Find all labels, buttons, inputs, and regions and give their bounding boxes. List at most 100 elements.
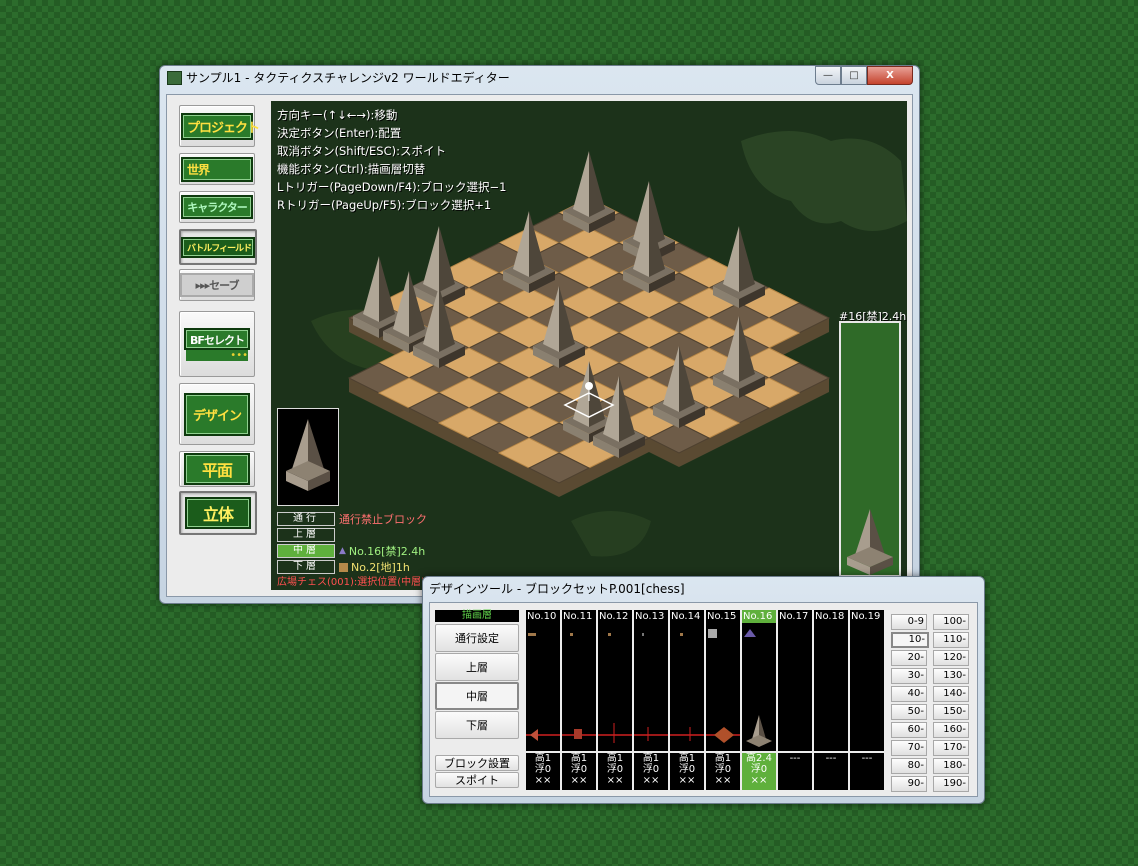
maximize-button[interactable]: □ <box>841 66 867 85</box>
battlefield-view[interactable]: 方向キー(↑↓←→):移動 決定ボタン(Enter):配置 取消ボタン(Shif… <box>271 101 907 590</box>
page-button[interactable]: 140- <box>933 686 969 702</box>
block-column-info: --- <box>814 753 848 790</box>
block-float: 浮0 <box>678 764 696 775</box>
block-column[interactable]: No.16 高2.4 浮0 ×× <box>742 610 776 790</box>
block-column[interactable]: No.11 高1 浮0 ×× <box>562 610 596 790</box>
main-client: プロジェクト 世界 キャラクター バトルフィールド ▸▸▸セーブ BFセレクト … <box>166 94 913 597</box>
page-button[interactable]: 170- <box>933 740 969 756</box>
page-button[interactable]: 20- <box>891 650 927 666</box>
block-column-preview[interactable] <box>598 623 632 751</box>
bf-select-button[interactable]: BFセレクト ••• <box>179 311 255 377</box>
block-column[interactable]: No.10 高1 浮0 ×× <box>526 610 560 790</box>
height-block-icon <box>847 509 893 575</box>
help-line: Lトリガー(PageDown/F4):ブロック選択−1 <box>277 180 507 194</box>
block-column-preview[interactable] <box>814 623 848 751</box>
block-column[interactable]: No.15 高1 浮0 ×× <box>706 610 740 790</box>
page-button[interactable]: 100- <box>933 614 969 630</box>
block-column-header: No.16 <box>742 610 776 623</box>
page-button[interactable]: 50- <box>891 704 927 720</box>
block-column-header: No.15 <box>706 610 740 623</box>
plane-button[interactable]: 平面 <box>179 451 255 487</box>
page-button[interactable]: 150- <box>933 704 969 720</box>
block-preview-icon <box>598 633 632 743</box>
save-button[interactable]: ▸▸▸セーブ <box>179 269 255 301</box>
solid-button[interactable]: 立体 <box>179 491 257 535</box>
block-column[interactable]: No.13 高1 浮0 ×× <box>634 610 668 790</box>
layer-upper-row[interactable]: 上層 <box>277 528 339 542</box>
block-column[interactable]: No.19 --- <box>850 610 884 790</box>
layer-pass-value: 通行禁止ブロック <box>339 513 427 526</box>
page-button[interactable]: 130- <box>933 668 969 684</box>
block-column-info: 高1 浮0 ×× <box>706 753 740 790</box>
close-button[interactable]: X <box>867 66 913 85</box>
block-flags: ×× <box>642 775 660 786</box>
page-button[interactable]: 180- <box>933 758 969 774</box>
block-preview-icon <box>526 633 560 741</box>
block-column-preview[interactable] <box>742 623 776 751</box>
block-flags: ×× <box>678 775 696 786</box>
block-column-info: 高1 浮0 ×× <box>562 753 596 790</box>
main-titlebar[interactable]: サンプル1 - タクティクスチャレンジv2 ワールドエディター — □ X <box>160 66 919 88</box>
page-button[interactable]: 120- <box>933 650 969 666</box>
design-tool-titlebar[interactable]: デザインツール - ブロックセットP.001[chess] <box>423 577 984 599</box>
layer-pass-row[interactable]: 通行 通行禁止ブロック <box>277 512 427 526</box>
block-column-preview[interactable] <box>562 623 596 751</box>
block-preview-icon <box>706 629 740 743</box>
page-button[interactable]: 80- <box>891 758 927 774</box>
block-flags: ×× <box>534 775 552 786</box>
block-height: 高1 <box>678 753 696 764</box>
block-column-info: 高1 浮0 ×× <box>598 753 632 790</box>
block-column-header: No.12 <box>598 610 632 623</box>
triangle-icon: ▲ <box>339 546 346 556</box>
world-button[interactable]: 世界 <box>179 153 255 185</box>
page-button[interactable]: 60- <box>891 722 927 738</box>
page-button[interactable]: 30- <box>891 668 927 684</box>
page-button[interactable]: 70- <box>891 740 927 756</box>
bf-select-label: BFセレクト <box>184 327 250 350</box>
block-column-info: 高2.4 浮0 ×× <box>742 753 776 790</box>
block-flags: ×× <box>714 775 732 786</box>
upper-layer-button[interactable]: 上層 <box>435 653 519 681</box>
page-button[interactable]: 190- <box>933 776 969 792</box>
middle-layer-button[interactable]: 中層 <box>435 682 519 710</box>
block-column[interactable]: No.14 高1 浮0 ×× <box>670 610 704 790</box>
page-button[interactable]: 160- <box>933 722 969 738</box>
lower-layer-button[interactable]: 下層 <box>435 711 519 739</box>
block-column-info: --- <box>778 753 812 790</box>
block-column-preview[interactable] <box>526 623 560 751</box>
layer-middle-row[interactable]: 中層 ▲ No.16[禁]2.4h <box>277 544 425 558</box>
passage-setting-button[interactable]: 通行設定 <box>435 624 519 652</box>
help-line: 取消ボタン(Shift/ESC):スポイト <box>277 144 446 158</box>
layer-middle-box: 中層 <box>277 544 335 558</box>
character-button[interactable]: キャラクター <box>179 191 255 223</box>
page-button[interactable]: 90- <box>891 776 927 792</box>
page-button[interactable]: 10- <box>891 632 929 648</box>
minimize-button[interactable]: — <box>815 66 841 85</box>
project-button[interactable]: プロジェクト <box>179 105 260 147</box>
block-column[interactable]: No.17 --- <box>778 610 812 790</box>
place-block-button[interactable]: ブロック設置 <box>435 755 519 771</box>
main-window-title: サンプル1 - タクティクスチャレンジv2 ワールドエディター <box>186 71 510 85</box>
layer-middle-value: No.16[禁]2.4h <box>348 545 426 558</box>
block-column-preview[interactable] <box>778 623 812 751</box>
block-column[interactable]: No.12 高1 浮0 ×× <box>598 610 632 790</box>
block-height: --- <box>825 753 837 764</box>
project-label: プロジェクト <box>181 112 260 140</box>
block-column[interactable]: No.18 --- <box>814 610 848 790</box>
block-column-preview[interactable] <box>634 623 668 751</box>
dropper-button[interactable]: スポイト <box>435 772 519 788</box>
page-button[interactable]: 0-9 <box>891 614 927 630</box>
layer-lower-row[interactable]: 下層 No.2[地]1h <box>277 560 410 574</box>
battlefield-label: バトルフィールド <box>181 236 255 258</box>
page-button[interactable]: 110- <box>933 632 969 648</box>
block-float: 浮0 <box>534 764 552 775</box>
block-column-preview[interactable] <box>850 623 884 751</box>
block-height: 高1 <box>606 753 624 764</box>
plane-label: 平面 <box>184 453 250 485</box>
save-label: ▸▸▸セーブ <box>180 273 254 297</box>
battlefield-button[interactable]: バトルフィールド <box>179 229 257 265</box>
design-button[interactable]: デザイン <box>179 383 255 445</box>
page-button[interactable]: 40- <box>891 686 927 702</box>
block-column-preview[interactable] <box>670 623 704 751</box>
block-column-preview[interactable] <box>706 623 740 751</box>
